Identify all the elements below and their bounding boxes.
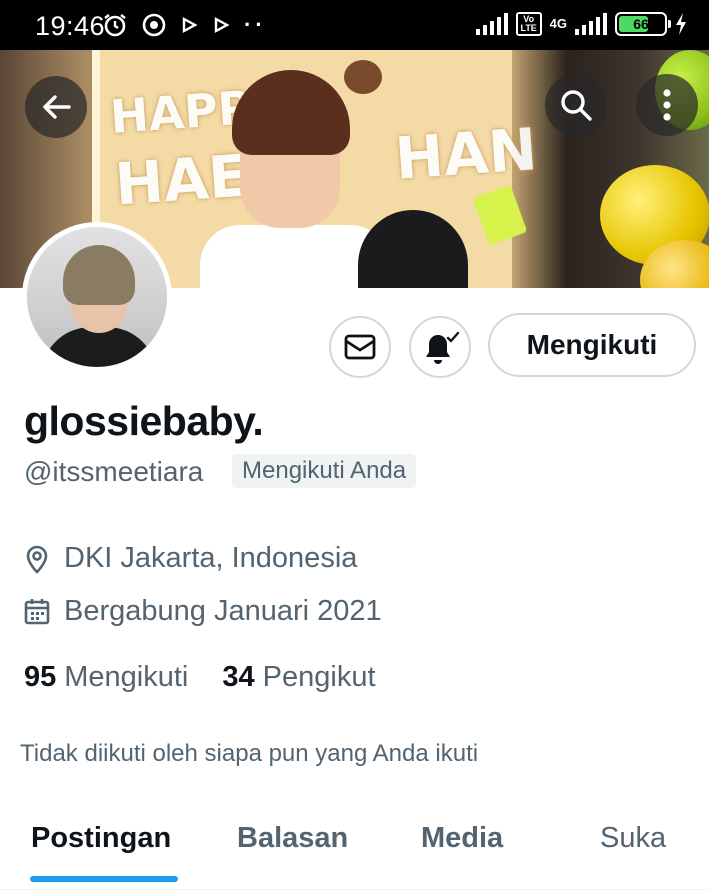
profile-tabs: Postingan Balasan Media Suka: [0, 800, 709, 890]
location-row: DKI Jakarta, Indonesia: [24, 542, 357, 575]
alarm-icon: [104, 14, 126, 37]
joined-row: Bergabung Januari 2021: [24, 595, 382, 628]
battery-level: 66: [633, 16, 649, 32]
bear-decor: [344, 60, 382, 94]
tab-media[interactable]: Media: [421, 822, 503, 855]
joined-text: Bergabung Januari 2021: [64, 595, 382, 627]
calendar-icon: [24, 598, 50, 624]
play-icon: [182, 16, 198, 34]
status-time: 19:46: [35, 11, 106, 41]
battery-icon: 66: [615, 12, 671, 36]
follows-you-badge: Mengikuti Anda: [232, 454, 417, 488]
arrow-left-icon: [43, 95, 71, 119]
user-handle: @itssmeetiara: [24, 456, 204, 487]
notification-button[interactable]: [409, 316, 471, 378]
play-icon: [214, 16, 230, 34]
back-button[interactable]: [25, 76, 87, 138]
followers-label: Pengikut: [262, 661, 376, 693]
charging-icon: [676, 13, 686, 35]
following-count: 95: [24, 661, 57, 693]
location-text: DKI Jakarta, Indonesia: [64, 542, 358, 574]
mutual-followers-note: Tidak diikuti oleh siapa pun yang Anda i…: [20, 740, 479, 767]
banner-decor: HAE: [112, 141, 251, 219]
more-options-button[interactable]: [636, 74, 698, 136]
tab-posts[interactable]: Postingan: [31, 822, 171, 855]
signal-icon: [575, 13, 607, 35]
following-link[interactable]: 95 Mengikuti: [24, 661, 188, 694]
tab-likes[interactable]: Suka: [600, 822, 666, 855]
network-indicator: 4G: [549, 16, 567, 31]
followers-link[interactable]: 34 Pengikut: [222, 661, 375, 694]
display-name: glossiebaby.: [24, 398, 264, 444]
search-button[interactable]: [545, 74, 607, 136]
status-notification-icons: ··: [102, 12, 267, 38]
volte-badge: Vo LTE: [515, 12, 542, 36]
bell-check-icon: [426, 331, 460, 364]
tab-replies[interactable]: Balasan: [237, 822, 348, 855]
active-tab-indicator: [30, 876, 178, 882]
status-bar: 19:46 ·· Vo LTE 4G 66: [0, 0, 709, 50]
more-vertical-icon: [663, 89, 671, 121]
more-notifications-icon: ··: [244, 12, 267, 37]
search-icon: [561, 90, 592, 121]
profile-avatar[interactable]: [22, 222, 172, 372]
signal-icon: [475, 13, 508, 35]
banner-decor: HAN: [392, 115, 540, 193]
message-button[interactable]: [329, 316, 391, 378]
following-label: Mengikuti: [64, 661, 189, 693]
location-pin-icon: [26, 545, 48, 574]
followers-count: 34: [222, 661, 255, 693]
status-system-icons: Vo LTE 4G 66: [475, 12, 687, 36]
network-type: 4G: [549, 16, 567, 31]
follow-counts: 95 Mengikuti 34 Pengikut: [24, 661, 376, 694]
chrome-icon: [142, 13, 166, 37]
following-button[interactable]: Mengikuti: [488, 313, 696, 377]
envelope-icon: [344, 334, 376, 360]
